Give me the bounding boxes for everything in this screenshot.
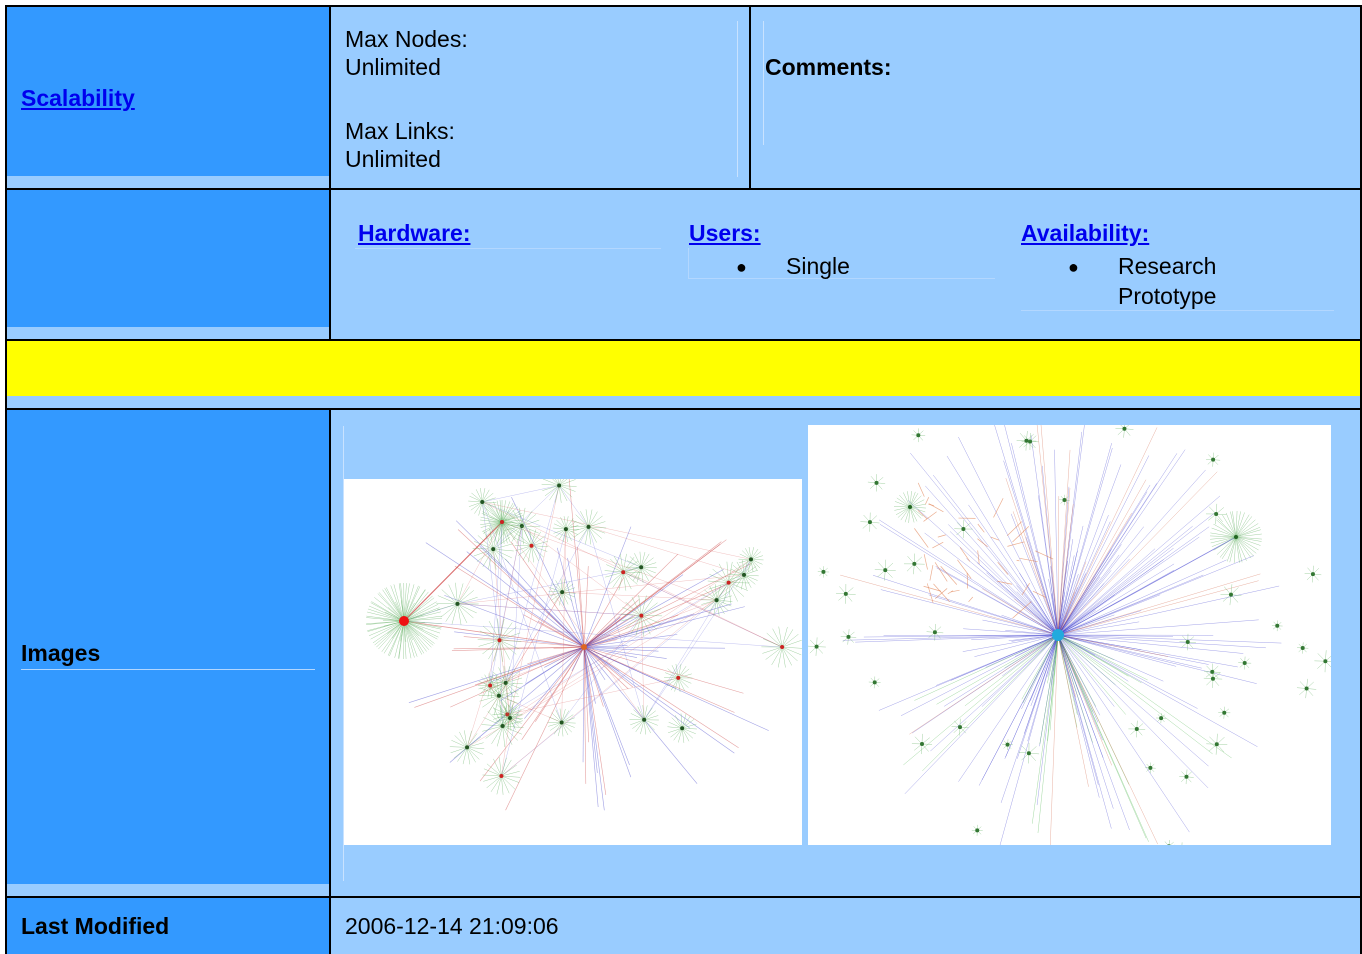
network-graph-2-svg bbox=[808, 425, 1331, 845]
label-cell-footer bbox=[7, 884, 329, 896]
images-label-underline bbox=[21, 669, 315, 670]
users-item-single: Single bbox=[786, 253, 850, 279]
users-sidebar bbox=[688, 248, 689, 278]
network-graph-image-1 bbox=[344, 479, 802, 845]
max-nodes-label: Max Nodes: bbox=[345, 26, 468, 52]
grid-line bbox=[5, 339, 1362, 341]
network-graph-image-2 bbox=[808, 425, 1331, 845]
scalability-label-cell: Scalability bbox=[7, 7, 329, 188]
images-content-cell bbox=[331, 410, 1361, 896]
label-cell-footer bbox=[7, 176, 329, 188]
images-label: Images bbox=[21, 640, 101, 666]
availability-item-line2: Prototype bbox=[1118, 283, 1217, 309]
scalability-values-cell: Max Nodes: Unlimited Max Links: Unlimite… bbox=[331, 7, 749, 188]
hardware-underline bbox=[355, 248, 661, 249]
grid-line bbox=[329, 408, 331, 954]
grid-line bbox=[5, 408, 1362, 410]
grid-line bbox=[5, 896, 1362, 898]
images-label-cell: Images bbox=[7, 410, 329, 896]
network-graph-1-svg bbox=[366, 479, 802, 811]
availability-item-line1: Research bbox=[1118, 253, 1217, 279]
max-links-label: Max Links: bbox=[345, 118, 455, 144]
availability-bullet: ● bbox=[1068, 257, 1079, 277]
users-link[interactable]: Users: bbox=[689, 220, 761, 247]
availability-link[interactable]: Availability: bbox=[1021, 220, 1149, 247]
users-bullet: ● bbox=[736, 257, 747, 277]
max-links-value: Unlimited bbox=[345, 146, 441, 172]
grid-line bbox=[5, 5, 7, 954]
last-modified-value-cell: 2006-12-14 21:09:06 bbox=[331, 898, 1361, 954]
comments-label: Comments: bbox=[765, 54, 892, 80]
hardware-link[interactable]: Hardware: bbox=[358, 220, 470, 247]
inner-divider bbox=[737, 21, 738, 177]
grid-line bbox=[5, 5, 1362, 7]
separator-row bbox=[7, 341, 1361, 396]
grid-line bbox=[749, 5, 751, 190]
grid-line bbox=[329, 5, 331, 341]
last-modified-value: 2006-12-14 21:09:06 bbox=[345, 913, 559, 939]
last-modified-label: Last Modified bbox=[21, 913, 170, 939]
label-cell-footer bbox=[7, 327, 329, 339]
scalability-link[interactable]: Scalability bbox=[21, 85, 135, 112]
inner-divider bbox=[763, 21, 764, 145]
comments-cell: Comments: bbox=[751, 7, 1361, 188]
grid-line bbox=[5, 188, 1362, 190]
separator-gap bbox=[7, 396, 1361, 408]
max-nodes-value: Unlimited bbox=[345, 54, 441, 80]
platform-content-cell: Hardware: Users: ● Single Availability: … bbox=[331, 190, 1361, 339]
last-modified-label-cell: Last Modified bbox=[7, 898, 329, 954]
platform-label-cell bbox=[7, 190, 329, 339]
